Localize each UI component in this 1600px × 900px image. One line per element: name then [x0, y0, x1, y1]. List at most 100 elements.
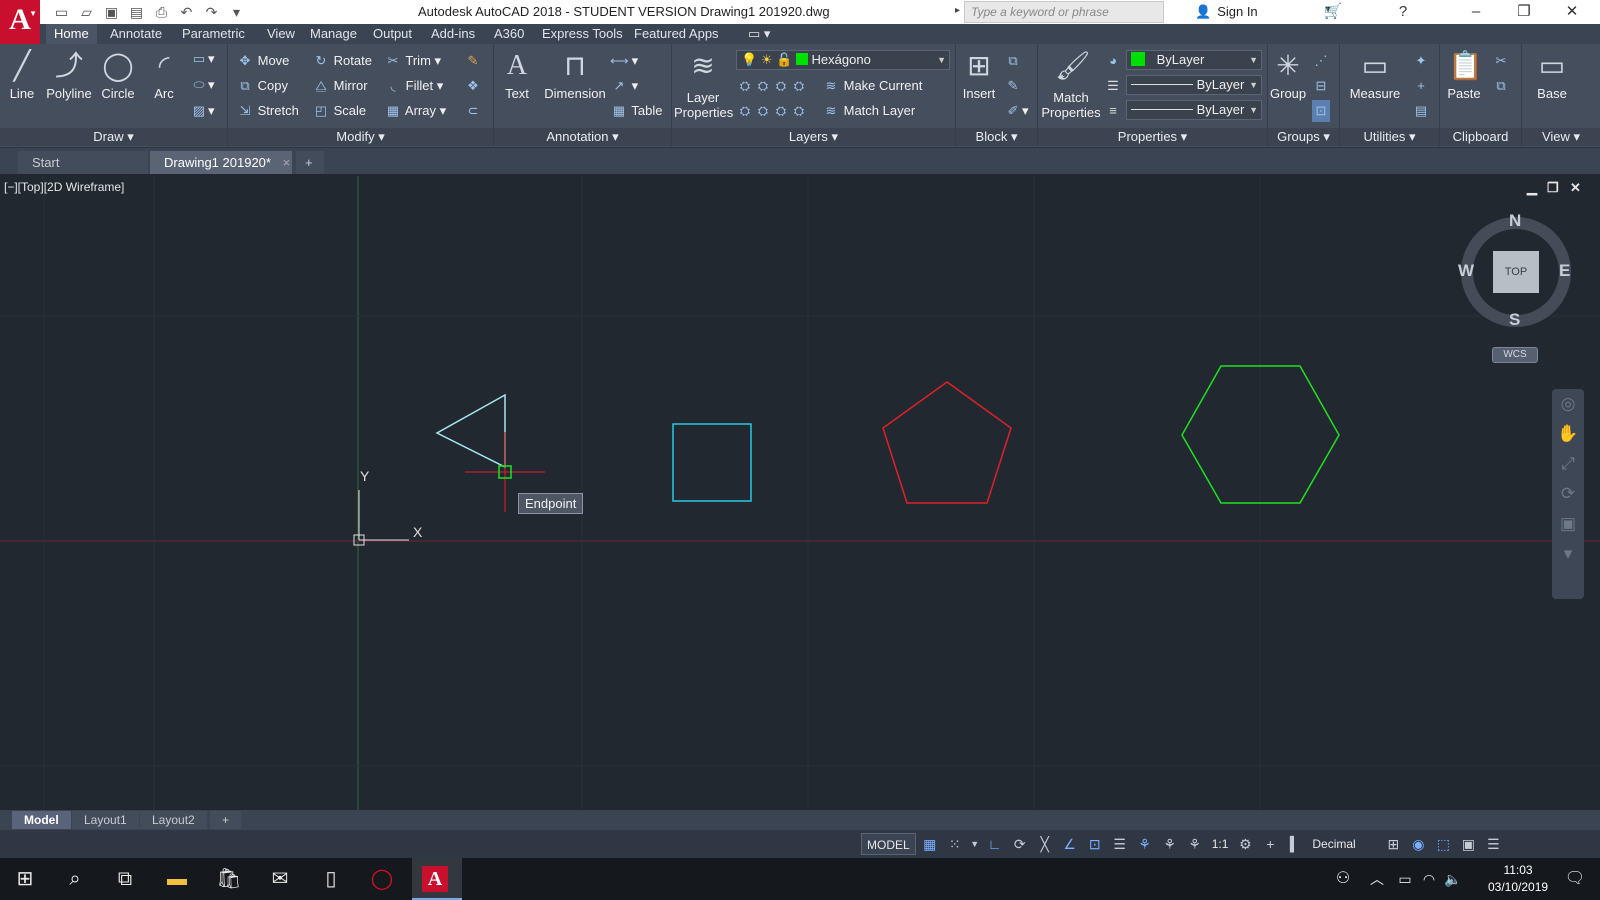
isodraft-icon[interactable]: ╳ — [1034, 833, 1056, 855]
minimize-icon[interactable]: – — [1456, 2, 1496, 22]
notifications-icon[interactable]: 🗨 — [1560, 864, 1590, 894]
panel-groups-title[interactable]: Groups ▾ — [1268, 128, 1339, 146]
tab-layout1[interactable]: Layout1 — [72, 811, 139, 829]
save-as-icon[interactable]: ▤ — [127, 3, 146, 21]
notepad-icon[interactable]: ▯ — [316, 864, 346, 894]
viewport-minimize-icon[interactable]: ▁ — [1527, 180, 1537, 196]
drawing-area[interactable]: Y X — [0, 176, 1600, 810]
triangle-shape[interactable] — [435, 393, 506, 469]
quick-properties-icon[interactable]: ⊞ — [1382, 833, 1404, 855]
tab-output[interactable]: Output — [365, 24, 420, 44]
panel-block-title[interactable]: Block ▾ — [956, 128, 1037, 146]
opera-icon[interactable]: ◯ — [367, 864, 397, 894]
array-button[interactable]: ▦ Array ▾ — [384, 100, 446, 122]
base-button[interactable]: ▭ Base — [1532, 48, 1572, 101]
compass-north[interactable]: N — [1509, 211, 1521, 231]
group-select-icon[interactable]: ⊡ — [1312, 100, 1330, 122]
search-input[interactable]: Type a keyword or phrase — [964, 1, 1164, 23]
grid-icon[interactable]: ▦ — [919, 833, 941, 855]
ellipse-icon[interactable]: ⬭ ▾ — [190, 74, 214, 96]
fillet-button[interactable]: ◟ Fillet ▾ — [384, 75, 443, 97]
tab-home[interactable]: Home — [46, 24, 97, 44]
paste-button[interactable]: 📋 Paste — [1444, 48, 1484, 101]
open-file-icon[interactable]: ▱ — [77, 3, 96, 21]
tab-annotate[interactable]: Annotate — [102, 24, 170, 44]
new-tab-button[interactable]: + — [296, 151, 324, 174]
annotation-scale-value[interactable]: 1:1 — [1209, 833, 1232, 855]
layer-properties-button[interactable]: ≋ Layer Properties — [674, 48, 733, 120]
rotate-button[interactable]: ↻ Rotate — [312, 50, 372, 72]
panel-clipboard-title[interactable]: Clipboard — [1440, 128, 1521, 146]
erase-icon[interactable]: ✎ — [464, 50, 482, 72]
polyline-button[interactable]: ⤴ Polyline — [42, 48, 96, 101]
move-button[interactable]: ✥ Move — [236, 50, 290, 72]
make-current-button[interactable]: ≋ Make Current — [822, 75, 923, 97]
rectangle-icon[interactable]: ▭ ▾ — [190, 48, 215, 70]
tab-start[interactable]: Start — [18, 151, 148, 174]
measure-button[interactable]: ▭ Measure — [1344, 48, 1406, 101]
cut-icon[interactable]: ✂ — [1492, 50, 1510, 72]
tab-parametric[interactable]: Parametric — [174, 24, 253, 44]
object-snap-icon[interactable]: ⊡ — [1084, 833, 1106, 855]
offset-icon[interactable]: ⊂ — [464, 100, 482, 122]
match-properties-button[interactable]: 🖌 Match Properties — [1040, 48, 1102, 120]
layer-tools-row-1[interactable]: ⛭ ⛭ ⛭ ⛭ — [736, 75, 808, 97]
tab-model[interactable]: Model — [12, 811, 71, 829]
compass-west[interactable]: W — [1458, 261, 1474, 281]
units-value[interactable]: Decimal — [1309, 833, 1379, 855]
navbar-menu-icon[interactable]: ▾ — [1552, 539, 1584, 569]
lineweight-dropdown[interactable]: ByLayer ▼ — [1126, 100, 1262, 120]
viewport-close-icon[interactable]: ✕ — [1570, 180, 1581, 196]
arc-button[interactable]: ◜ Arc — [146, 48, 182, 101]
compass-south[interactable]: S — [1509, 310, 1520, 330]
create-block-icon[interactable]: ⧉ — [1004, 50, 1022, 72]
tab-layout2[interactable]: Layout2 — [140, 811, 207, 829]
group-edit-icon[interactable]: ⊟ — [1312, 75, 1330, 97]
edit-block-icon[interactable]: ✎ — [1004, 75, 1022, 97]
viewport-controls-label[interactable]: [−][Top][2D Wireframe] — [4, 180, 124, 194]
close-icon[interactable]: ✕ — [1552, 2, 1592, 22]
point-icon[interactable]: + — [1412, 75, 1430, 97]
search-icon[interactable]: ⌕ — [60, 864, 90, 894]
panel-annotation-title[interactable]: Annotation ▾ — [494, 128, 671, 146]
drawing-canvas[interactable]: Y X [−][Top][2D Wireframe] ▁ ❐ ✕ Endpoin… — [0, 176, 1600, 810]
showmotion-icon[interactable]: ▣ — [1552, 509, 1584, 539]
undo-icon[interactable]: ↶ — [177, 3, 196, 21]
group-button[interactable]: ✳ Group — [1270, 48, 1306, 101]
tab-manage[interactable]: Manage — [302, 24, 365, 44]
line-button[interactable]: ╱ Line — [4, 48, 40, 101]
save-icon[interactable]: ▣ — [102, 3, 121, 21]
ribbon-options-icon[interactable]: ▭ ▾ — [740, 24, 778, 44]
trim-button[interactable]: ✂ Trim ▾ — [384, 50, 442, 72]
help-icon[interactable]: ? — [1383, 2, 1423, 22]
pan-icon[interactable]: ✋ — [1552, 419, 1584, 449]
restore-icon[interactable]: ❐ — [1504, 2, 1544, 22]
dimension-button[interactable]: ⊓ Dimension — [542, 48, 608, 101]
panel-modify-title[interactable]: Modify ▾ — [228, 128, 493, 146]
scale-button[interactable]: ◰ Scale — [312, 100, 366, 122]
annotation-monitor-icon[interactable]: + — [1259, 833, 1281, 855]
layer-dropdown[interactable]: 💡 ☀ 🔓 Hexágono ▼ — [736, 50, 950, 70]
hatch-icon[interactable]: ▨ ▾ — [190, 100, 215, 122]
block-attribute-icon[interactable]: ✐ ▾ — [1004, 100, 1029, 122]
calculator-icon[interactable]: ▤ — [1412, 100, 1430, 122]
isolate-objects-icon[interactable]: ⬚ — [1432, 833, 1454, 855]
viewport-restore-icon[interactable]: ❐ — [1547, 180, 1559, 196]
snap-icon[interactable]: ⁙ — [944, 833, 966, 855]
customization-icon[interactable]: ☰ — [1482, 833, 1504, 855]
tab-featured-apps[interactable]: Featured Apps — [626, 24, 727, 44]
close-tab-icon[interactable]: × — [283, 155, 291, 170]
sign-in-button[interactable]: 👤 Sign In ▼ — [1195, 4, 1333, 20]
quick-select-icon[interactable]: ✦ — [1412, 50, 1430, 72]
panel-view-title[interactable]: View ▾ — [1522, 128, 1600, 146]
tab-express-tools[interactable]: Express Tools — [534, 24, 631, 44]
model-space-button[interactable]: MODEL — [861, 833, 916, 855]
auto-scale-icon[interactable]: ⚘ — [1159, 833, 1181, 855]
search-expand-icon[interactable]: ▸ — [955, 5, 960, 16]
object-snap-tracking-icon[interactable]: ∠ — [1059, 833, 1081, 855]
mirror-button[interactable]: ⧋ Mirror — [312, 75, 367, 97]
stretch-button[interactable]: ⇲ Stretch — [236, 100, 299, 122]
tab-view[interactable]: View — [259, 24, 303, 44]
insert-button[interactable]: ⊞ Insert — [960, 48, 998, 101]
lineweight-toggle-icon[interactable]: ☰ — [1109, 833, 1131, 855]
